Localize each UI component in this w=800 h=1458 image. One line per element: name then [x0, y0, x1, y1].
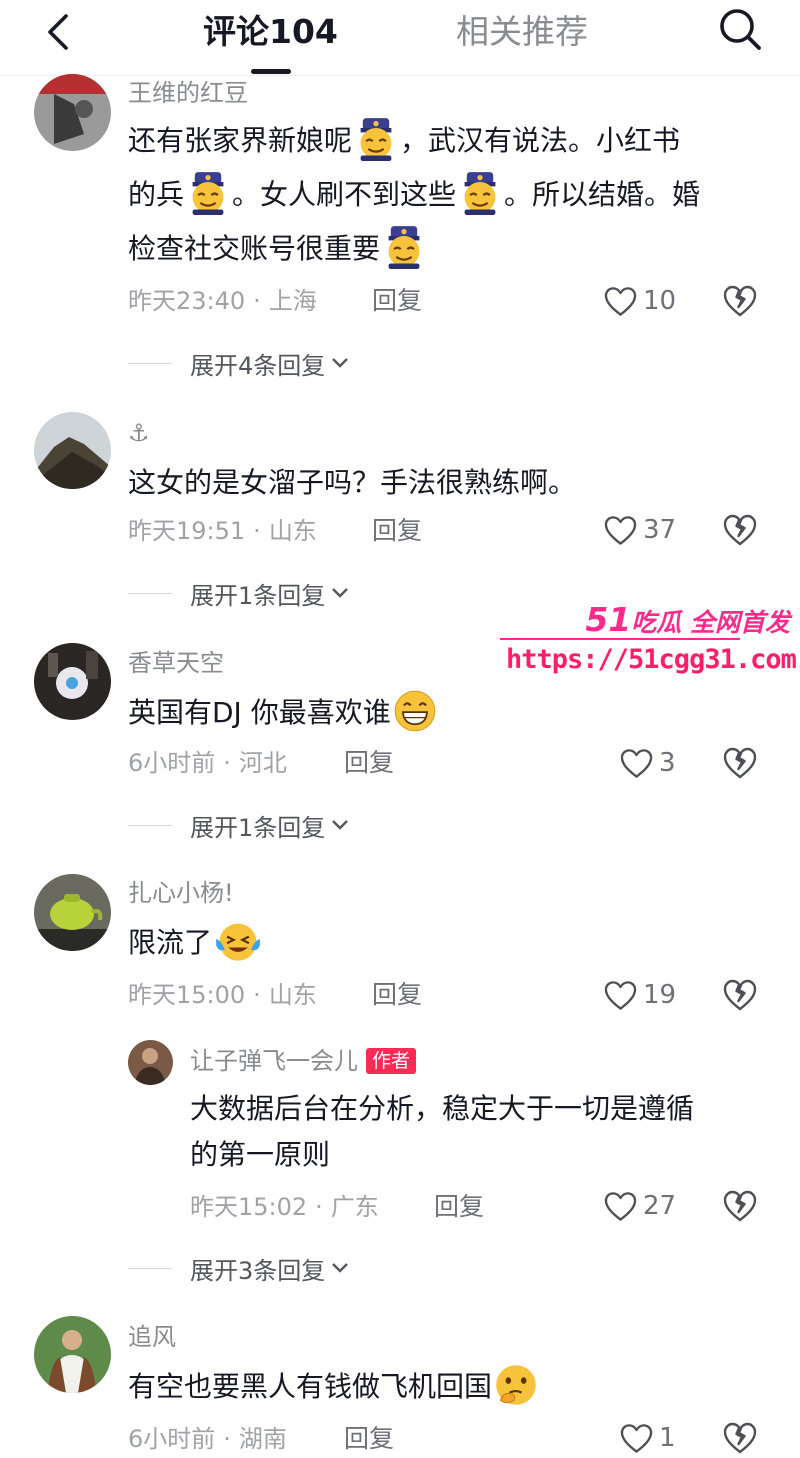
- comment-location: 山东: [268, 517, 317, 545]
- divider: [128, 824, 172, 826]
- comment-text: 有空也要黑人有钱做飞机回国: [128, 1360, 540, 1413]
- expand-replies-button[interactable]: 展开1条回复: [128, 576, 349, 610]
- smirk-soldier-emoji: [354, 117, 398, 161]
- comment-time: 昨天19:51: [128, 517, 246, 545]
- heart-icon: [620, 748, 653, 779]
- broken-heart-icon[interactable]: [722, 1420, 758, 1456]
- like-button[interactable]: 10: [604, 283, 676, 319]
- like-count: 27: [643, 1191, 677, 1221]
- comment-location: 上海: [268, 287, 317, 315]
- divider: [128, 362, 172, 364]
- smirk-soldier-emoji: [458, 171, 502, 215]
- reply-meta: 昨天15:02 · 广东: [190, 1193, 379, 1221]
- comment-meta: 昨天19:51 · 山东: [128, 517, 317, 545]
- comment-meta: 6小时前 · 湖南: [128, 1425, 287, 1453]
- tab-comments[interactable]: 评论104: [203, 10, 338, 54]
- search-icon[interactable]: [714, 4, 766, 56]
- comment-text: 检查社交账号很重要: [128, 222, 428, 275]
- reply-button[interactable]: 回复: [344, 1424, 394, 1454]
- avatar[interactable]: [34, 1316, 111, 1393]
- comment-time: 昨天23:40: [128, 287, 246, 315]
- active-tab-indicator: [251, 69, 291, 74]
- comment-username[interactable]: 追风: [128, 1322, 176, 1352]
- comment-time: 6小时前: [128, 749, 216, 777]
- broken-heart-icon[interactable]: [722, 283, 758, 319]
- comment-username[interactable]: 扎心小杨!: [128, 878, 234, 908]
- broken-heart-icon[interactable]: [722, 977, 758, 1013]
- comment-text: 这女的是女溜子吗？手法很熟练啊。: [128, 466, 577, 499]
- expand-replies-button[interactable]: 展开3条回复: [128, 1251, 349, 1285]
- broken-heart-icon[interactable]: [722, 745, 758, 781]
- avatar[interactable]: [34, 643, 111, 720]
- comment-meta: 昨天15:00 · 山东: [128, 981, 317, 1009]
- grin-emoji: [393, 689, 437, 733]
- reply-button[interactable]: 回复: [372, 980, 422, 1010]
- watermark-brand: 51吃瓜 全网首发: [585, 600, 790, 639]
- broken-heart-icon[interactable]: [722, 1188, 758, 1224]
- comment-text: 英国有DJ 你最喜欢谁: [128, 686, 439, 739]
- reply-button[interactable]: 回复: [372, 516, 422, 546]
- comment-time: 昨天15:00: [128, 981, 246, 1009]
- reply-text: 的第一原则: [190, 1138, 331, 1171]
- comment-time: 6小时前: [128, 1425, 216, 1453]
- divider: [128, 592, 172, 594]
- like-count: 37: [643, 515, 677, 545]
- chevron-down-icon: [332, 588, 349, 598]
- reply-button[interactable]: 回复: [372, 286, 422, 316]
- like-count: 10: [643, 286, 677, 316]
- chevron-down-icon: [332, 820, 349, 830]
- reply-button[interactable]: 回复: [344, 748, 394, 778]
- comment-username[interactable]: ⚓: [128, 418, 150, 448]
- like-button[interactable]: 1: [620, 1420, 676, 1456]
- watermark-url: https://51cgg31.com: [506, 644, 797, 675]
- heart-icon: [604, 515, 637, 546]
- tab-related[interactable]: 相关推荐: [456, 10, 588, 54]
- comment-text: 还有张家界新娘呢 ，武汉有说法。小红书: [128, 114, 680, 167]
- comment-username[interactable]: 香草天空: [128, 648, 224, 678]
- comment-location: 河北: [238, 749, 287, 777]
- avatar[interactable]: [34, 874, 111, 951]
- reply-button[interactable]: 回复: [434, 1192, 484, 1222]
- chevron-left-icon[interactable]: [38, 10, 82, 54]
- comment-location: 山东: [268, 981, 317, 1009]
- comment-meta: 6小时前 · 河北: [128, 749, 287, 777]
- expand-replies-button[interactable]: 展开4条回复: [128, 346, 349, 380]
- like-button[interactable]: 19: [604, 977, 676, 1013]
- comment-text: 的兵 。女人刷不到这些 。所以结婚。婚: [128, 168, 700, 221]
- reply-location: 广东: [330, 1193, 379, 1221]
- smirk-soldier-emoji: [382, 225, 426, 269]
- expand-replies-button[interactable]: 展开1条回复: [128, 808, 349, 842]
- avatar[interactable]: [34, 412, 111, 489]
- like-button[interactable]: 3: [620, 745, 676, 781]
- chevron-down-icon: [332, 358, 349, 368]
- reply-time: 昨天15:02: [190, 1193, 308, 1221]
- smirk-soldier-emoji: [186, 171, 230, 215]
- like-button[interactable]: 37: [604, 512, 676, 548]
- heart-icon: [604, 286, 637, 317]
- reply-username[interactable]: 让子弹飞一会儿 作者: [190, 1046, 417, 1076]
- crying-laugh-emoji: [214, 919, 262, 963]
- avatar[interactable]: [128, 1040, 173, 1085]
- comment-text: 限流了: [128, 916, 264, 969]
- heart-icon: [604, 1191, 637, 1222]
- top-bar: 评论104 相关推荐: [0, 0, 800, 76]
- comment-username[interactable]: 王维的红豆: [128, 78, 248, 108]
- like-count: 3: [659, 748, 676, 778]
- watermark-divider: [500, 638, 740, 640]
- like-button[interactable]: 27: [604, 1188, 676, 1224]
- broken-heart-icon[interactable]: [722, 512, 758, 548]
- heart-icon: [620, 1423, 653, 1454]
- thinking-emoji: [494, 1363, 538, 1407]
- divider: [128, 1267, 172, 1269]
- watermark: 51吃瓜 全网首发 https://51cgg31.com: [498, 600, 797, 684]
- like-count: 1: [659, 1423, 676, 1453]
- comment-meta: 昨天23:40 · 上海: [128, 287, 317, 315]
- chevron-down-icon: [332, 1263, 349, 1273]
- heart-icon: [604, 980, 637, 1011]
- comment-location: 湖南: [238, 1425, 287, 1453]
- avatar[interactable]: [34, 74, 111, 151]
- author-badge: 作者: [366, 1048, 417, 1074]
- like-count: 19: [643, 980, 677, 1010]
